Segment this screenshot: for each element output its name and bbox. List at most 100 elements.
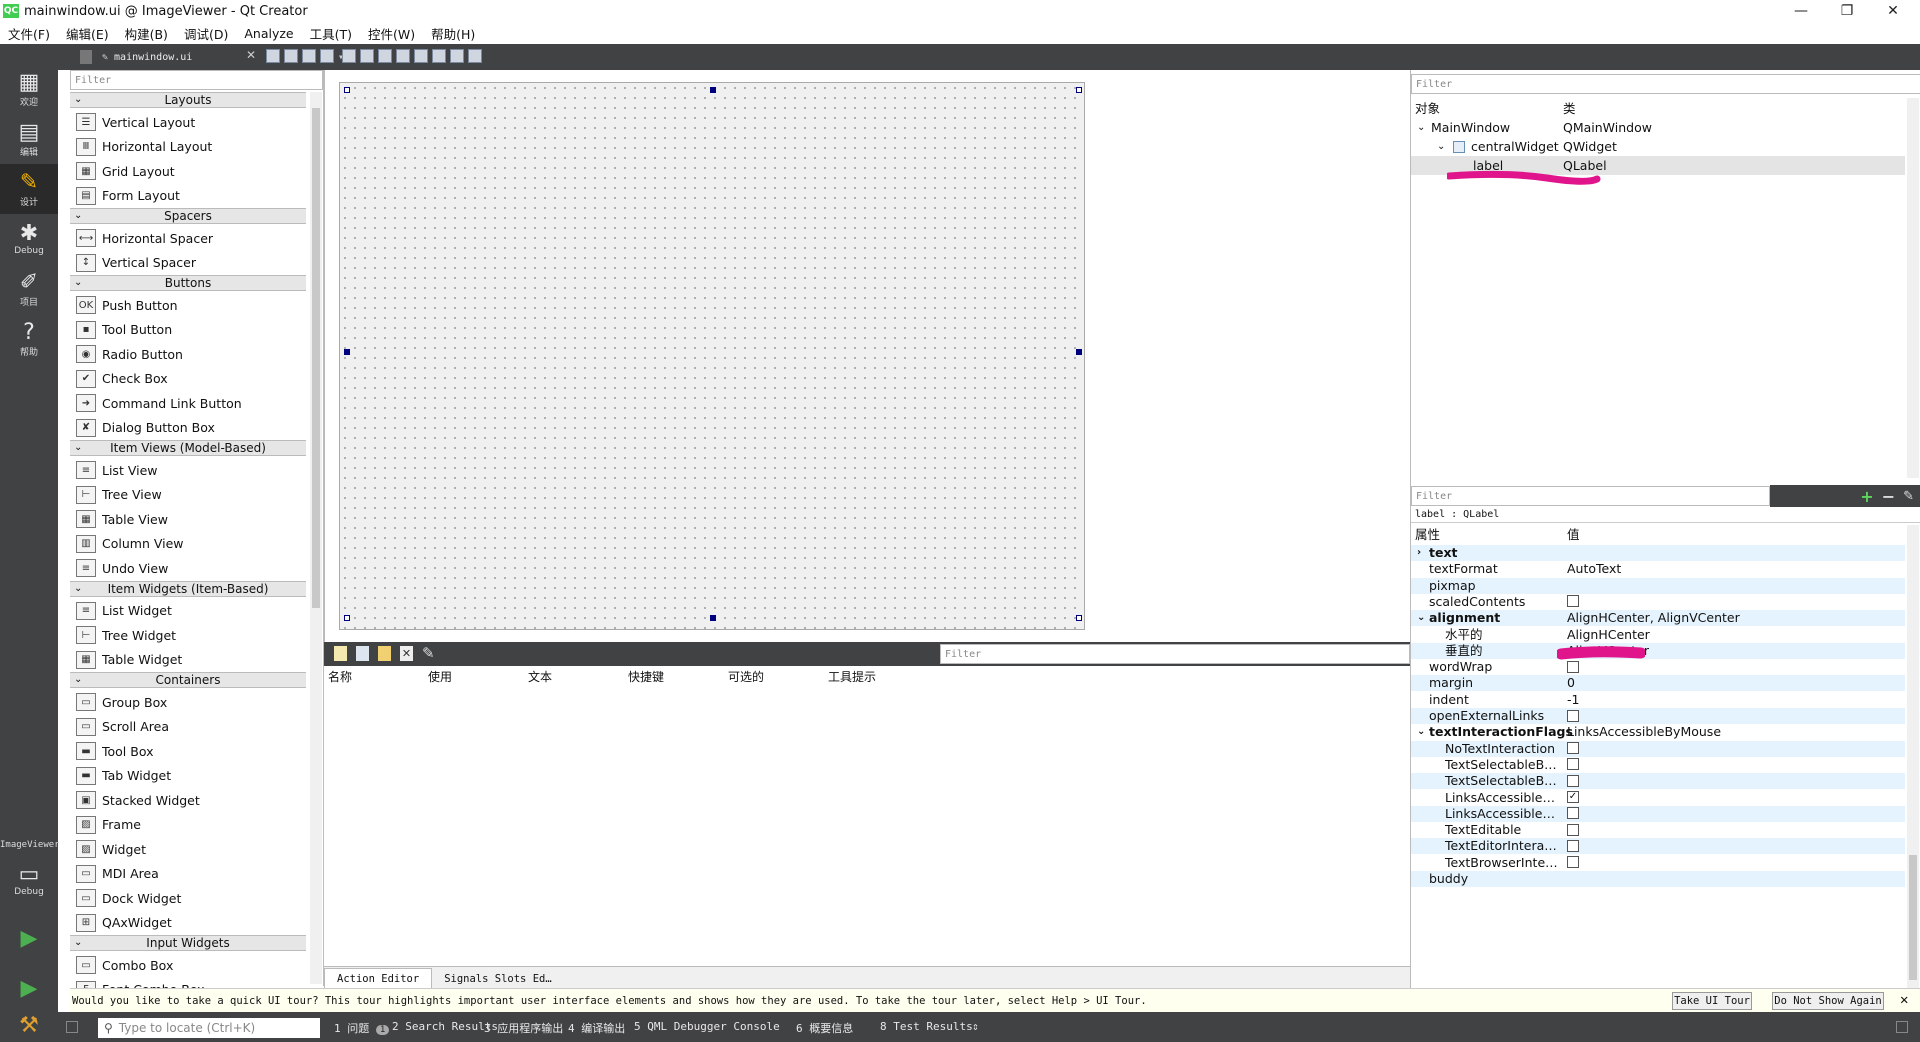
layout-splitter-h-icon[interactable] — [378, 49, 392, 63]
widget-item[interactable]: ▭ Combo Box — [70, 953, 306, 977]
property-row[interactable]: pixmap — [1411, 577, 1905, 594]
layout-form-icon[interactable] — [432, 49, 446, 63]
widget-item[interactable]: ▦ Table View — [70, 507, 306, 531]
pane-general-messages[interactable]: 6 概要信息 — [796, 1020, 853, 1036]
tab-action-editor[interactable]: Action Editor — [324, 968, 433, 988]
property-row[interactable]: indent -1 — [1411, 692, 1905, 708]
close-document-button[interactable]: ✕ — [246, 48, 256, 62]
property-row[interactable]: LinksAccessible… ✓ — [1411, 790, 1905, 806]
resize-handle[interactable] — [710, 615, 716, 621]
widget-item[interactable]: ▦ Table Widget — [70, 648, 306, 672]
property-row[interactable]: TextEditable — [1411, 822, 1905, 839]
chevron-updown-icon[interactable]: ⇕ — [972, 1020, 979, 1033]
property-value[interactable]: AlignHCenter — [1567, 627, 1650, 642]
menu-tools[interactable]: 工具(T) — [302, 24, 360, 43]
build-button[interactable]: ⚒ — [0, 1010, 58, 1042]
minimize-button[interactable]: — — [1778, 0, 1824, 22]
delete-action-icon[interactable]: ✕ — [400, 646, 413, 661]
widget-box-scrollbar[interactable] — [310, 92, 322, 984]
pane-compile-output[interactable]: 4 编译输出 — [568, 1020, 625, 1036]
chevron-right-icon[interactable]: › — [1417, 545, 1421, 561]
property-checkbox[interactable] — [1567, 807, 1579, 820]
resize-handle[interactable] — [344, 349, 350, 355]
toggle-right-sidebar-icon[interactable] — [1896, 1021, 1908, 1033]
property-checkbox[interactable] — [1567, 758, 1579, 771]
widget-category-header[interactable]: ⌄ Input Widgets — [70, 935, 306, 951]
widget-item[interactable]: ▤ Form Layout — [70, 184, 306, 208]
resize-handle[interactable] — [344, 615, 350, 621]
toggle-sidebar-icon[interactable] — [66, 1021, 78, 1033]
column-header[interactable]: 名称 — [324, 668, 424, 685]
property-value[interactable]: AlignHCenter, AlignVCenter — [1567, 610, 1740, 625]
widget-item[interactable]: Ⅲ Horizontal Layout — [70, 135, 306, 159]
widget-category-header[interactable]: ⌄ Spacers — [70, 208, 306, 224]
take-ui-tour-button[interactable]: Take UI Tour — [1672, 992, 1752, 1010]
object-filter-input[interactable]: Filter — [1411, 74, 1920, 94]
widget-item[interactable]: ▨ Widget — [70, 837, 306, 861]
mode-edit[interactable]: ▤ 编辑 — [0, 114, 58, 164]
property-checkbox[interactable] — [1567, 595, 1579, 608]
mode-welcome[interactable]: ▦ 欢迎 — [0, 64, 58, 114]
widget-category-header[interactable]: ⌄ Item Views (Model-Based) — [70, 440, 306, 456]
kit-selector[interactable]: ▭ Debug — [0, 852, 58, 908]
object-inspector-scrollbar[interactable] — [1907, 98, 1919, 478]
chevron-down-icon[interactable]: ⌄ — [1417, 724, 1425, 740]
property-value[interactable]: LinksAccessibleByMouse — [1567, 724, 1721, 739]
property-row[interactable]: wordWrap — [1411, 659, 1905, 676]
property-checkbox[interactable] — [1567, 839, 1579, 852]
main-window-form[interactable] — [339, 82, 1085, 630]
widget-item[interactable]: ▬ Tab Widget — [70, 764, 306, 788]
paste-action-icon[interactable] — [378, 646, 391, 661]
property-row[interactable]: › text — [1411, 545, 1905, 561]
layout-grid-icon[interactable] — [414, 49, 428, 63]
layout-vertical-icon[interactable] — [360, 49, 374, 63]
property-value[interactable]: AutoText — [1567, 561, 1621, 576]
widget-item[interactable]: OK Push Button — [70, 293, 306, 317]
property-filter-input[interactable]: Filter — [1411, 486, 1771, 506]
locator-input[interactable]: ⚲ Type to locate (Ctrl+K) — [98, 1018, 320, 1038]
property-checkbox[interactable] — [1567, 856, 1579, 869]
widget-category-header[interactable]: ⌄ Buttons — [70, 275, 306, 291]
configure-icon[interactable]: ✎ — [1903, 489, 1914, 504]
property-value[interactable]: 0 — [1567, 675, 1575, 690]
property-row[interactable]: TextBrowserInte… — [1411, 855, 1905, 871]
property-checkbox[interactable] — [1567, 774, 1579, 787]
new-action-icon[interactable] — [334, 646, 347, 661]
property-row[interactable]: LinksAccessible… — [1411, 805, 1905, 822]
widget-category-header[interactable]: ⌄ Layouts — [70, 92, 306, 108]
mode-debug[interactable]: ✱ Debug — [0, 214, 58, 264]
add-property-icon[interactable]: + — [1860, 487, 1873, 506]
widget-item[interactable]: ▥ Column View — [70, 532, 306, 556]
edit-widgets-icon[interactable] — [266, 49, 280, 63]
debug-run-button[interactable]: ▶ — [0, 964, 58, 1014]
object-row[interactable]: ⌄ MainWindow QMainWindow — [1411, 118, 1905, 137]
property-row[interactable]: scaledContents — [1411, 594, 1905, 610]
mode-design[interactable]: ✎ 设计 — [0, 164, 58, 214]
edit-buddies-icon[interactable] — [302, 49, 316, 63]
widget-item[interactable]: ⊢ Tree View — [70, 483, 306, 507]
pane-test-results[interactable]: 8 Test Results — [880, 1020, 973, 1033]
resize-handle[interactable] — [1076, 615, 1082, 621]
property-row[interactable]: textFormat AutoText — [1411, 561, 1905, 578]
widget-category-header[interactable]: ⌄ Item Widgets (Item-Based) — [70, 580, 306, 597]
column-header[interactable]: 使用 — [424, 668, 524, 685]
menu-help[interactable]: 帮助(H) — [423, 24, 483, 43]
menu-analyze[interactable]: Analyze — [236, 26, 301, 41]
widget-item[interactable]: ▭ Dock Widget — [70, 886, 306, 910]
resize-handle[interactable] — [344, 87, 350, 93]
widget-item[interactable]: ▨ Frame — [70, 813, 306, 837]
chevron-down-icon[interactable]: ⌄ — [1437, 141, 1445, 152]
close-tour-button[interactable]: ✕ — [1900, 992, 1908, 1008]
property-row[interactable]: openExternalLinks — [1411, 708, 1905, 724]
widget-item[interactable]: ▪ Tool Button — [70, 318, 306, 342]
resize-handle[interactable] — [1076, 349, 1082, 355]
scrollbar-thumb[interactable] — [312, 108, 320, 608]
mode-projects[interactable]: ✐ 项目 — [0, 264, 58, 314]
edit-signals-slots-icon[interactable] — [284, 49, 298, 63]
property-row[interactable]: TextSelectableB… — [1411, 773, 1905, 790]
menu-widgets[interactable]: 控件(W) — [360, 24, 423, 43]
widget-item[interactable]: ▦ Grid Layout — [70, 159, 306, 183]
close-button[interactable]: ✕ — [1870, 0, 1916, 22]
widget-item[interactable]: ⊢ Tree Widget — [70, 623, 306, 647]
mode-help[interactable]: ? 帮助 — [0, 314, 58, 364]
